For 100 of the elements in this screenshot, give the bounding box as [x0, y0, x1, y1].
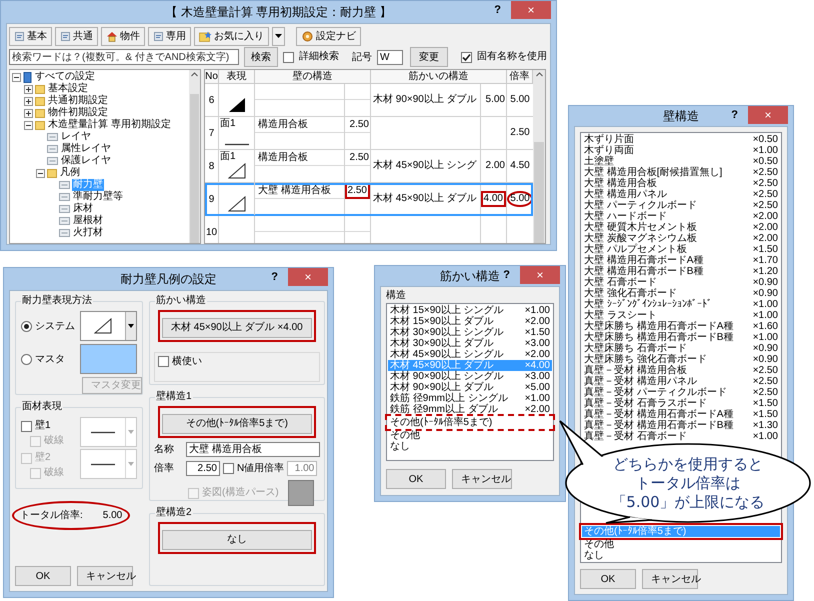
- column-header[interactable]: 筋かいの構造: [371, 70, 507, 83]
- list-item[interactable]: なし: [388, 441, 552, 452]
- expand-icon[interactable]: [24, 84, 33, 94]
- list-item[interactable]: その他(ﾄｰﾀﾙ倍率5まで): [388, 417, 552, 428]
- symbol-dropdown[interactable]: [80, 311, 137, 341]
- wall-type-button[interactable]: その他(ﾄｰﾀﾙ倍率5まで): [162, 414, 312, 434]
- collapse-icon[interactable]: [36, 168, 45, 178]
- tree-item[interactable]: すべての設定: [34, 71, 96, 83]
- radio-button[interactable]: [21, 320, 32, 332]
- close-button[interactable]: ×: [511, 1, 551, 19]
- tree-item[interactable]: 屋根材: [72, 215, 104, 227]
- expand-icon[interactable]: [24, 108, 33, 118]
- toolbar-button[interactable]: 共通: [55, 26, 98, 46]
- list-item[interactable]: 木材 30×90以上 ダブル ×3.00: [388, 338, 552, 349]
- list-item[interactable]: 大壁 硬質木片セメント板 ×2.00: [582, 222, 780, 233]
- dropdown-button[interactable]: [272, 26, 285, 46]
- list-item[interactable]: 真壁－受材 石膏ラスボード ×1.50: [582, 398, 780, 409]
- toolbar-button[interactable]: 専用: [148, 26, 191, 46]
- checkbox[interactable]: [223, 463, 234, 474]
- table-row[interactable]: 10: [205, 216, 533, 243]
- list-item[interactable]: 真壁－受材 構造用石膏ボードB種 ×1.30: [582, 420, 780, 431]
- list-item[interactable]: 木材 15×90以上 ダブル ×2.00: [388, 316, 552, 327]
- scrollbar-thumb[interactable]: [534, 142, 544, 243]
- help-button[interactable]: ?: [494, 2, 501, 18]
- list-item[interactable]: 真壁－受材 構造用石膏ボードA種 ×1.50: [582, 409, 780, 420]
- list-item[interactable]: 木材 45×90以上 シングル ×2.00: [388, 349, 552, 360]
- close-button[interactable]: ×: [748, 106, 788, 124]
- list-item[interactable]: 真壁－受材 構造用合板 ×2.50: [582, 365, 780, 376]
- list-item[interactable]: 木材 30×90以上 シングル ×1.50: [388, 327, 552, 338]
- dialog-button[interactable]: OK: [15, 566, 71, 586]
- close-button[interactable]: ×: [288, 268, 328, 286]
- list-item[interactable]: なし: [582, 550, 780, 561]
- list-item[interactable]: 真壁－受材 構造用パネル ×2.50: [582, 376, 780, 387]
- tree-item[interactable]: レイヤ: [60, 131, 92, 143]
- input-field[interactable]: 2.50: [186, 461, 220, 476]
- tree-item[interactable]: 木造壁量計算 専用初期設定: [47, 119, 172, 131]
- list-item[interactable]: 大壁床勝ち 構造用石膏ボードA種 ×1.60: [582, 321, 780, 332]
- wall-type-button[interactable]: なし: [162, 530, 312, 550]
- list-item[interactable]: 大壁 構造用合板 ×2.50: [582, 178, 780, 189]
- tree-item[interactable]: 保護レイヤ: [60, 155, 112, 167]
- list-item[interactable]: 土塗壁 ×0.50: [582, 156, 780, 167]
- collapse-icon[interactable]: [12, 72, 21, 82]
- input-field[interactable]: W: [377, 50, 403, 64]
- column-header[interactable]: 表現: [219, 70, 255, 83]
- list-item[interactable]: 大壁床勝ち 強化石膏ボード ×0.90: [582, 354, 780, 365]
- close-button[interactable]: ×: [520, 266, 560, 284]
- tree-item[interactable]: 凡例: [59, 167, 81, 179]
- tree-item[interactable]: 床材: [72, 203, 94, 215]
- checkbox[interactable]: [283, 52, 294, 62]
- list-item[interactable]: その他: [388, 430, 552, 441]
- navi-button[interactable]: 設定ナビ: [296, 26, 361, 46]
- list-item[interactable]: 大壁 構造用石膏ボードA種 ×1.70: [582, 255, 780, 266]
- list-item[interactable]: 木ずり片面 ×0.50: [582, 134, 780, 145]
- checkbox[interactable]: [158, 356, 169, 367]
- list-item[interactable]: 大壁床勝ち 構造用石膏ボードB種 ×1.00: [582, 332, 780, 343]
- list-item[interactable]: 大壁 炭酸マグネシウム板 ×2.00: [582, 233, 780, 244]
- toolbar-button[interactable]: 基本: [9, 26, 52, 46]
- change-button[interactable]: 変更: [410, 47, 448, 67]
- help-button[interactable]: ?: [503, 266, 510, 284]
- collapse-icon[interactable]: [24, 120, 33, 130]
- input-field[interactable]: 1.00: [287, 461, 318, 476]
- tree-item[interactable]: 属性レイヤ: [60, 143, 112, 155]
- checkbox[interactable]: [461, 52, 472, 62]
- list-item[interactable]: 大壁 構造用パネル ×2.50: [582, 189, 780, 200]
- list-item[interactable]: 木材 90×90以上 シングル ×3.00: [388, 371, 552, 382]
- table-row[interactable]: 7 面1 構造用合板 2.50 2.50: [205, 117, 533, 150]
- list-item[interactable]: 大壁 パーティクルボード ×2.50: [582, 200, 780, 211]
- dialog-button[interactable]: OK: [580, 569, 636, 589]
- tree-item[interactable]: 物件初期設定: [47, 107, 109, 119]
- brace-button[interactable]: 木材 45×90以上 ダブル ×4.00: [162, 318, 312, 338]
- list-item[interactable]: 大壁 強化石膏ボード ×0.90: [582, 288, 780, 299]
- input-field[interactable]: 大壁 構造用合板: [186, 442, 320, 457]
- tree-item[interactable]: 準耐力壁等: [72, 191, 124, 203]
- help-button[interactable]: ?: [731, 106, 738, 124]
- toolbar-button[interactable]: お気に入り: [194, 26, 269, 46]
- list-item[interactable]: 大壁 構造用石膏ボードB種 ×1.20: [582, 266, 780, 277]
- scrollbar-thumb[interactable]: [190, 94, 199, 243]
- tree-item[interactable]: 共通初期設定: [47, 95, 109, 107]
- tree-item[interactable]: 基本設定: [47, 83, 89, 95]
- expand-icon[interactable]: [24, 96, 33, 106]
- list-item[interactable]: 木材 15×90以上 シングル ×1.00: [388, 305, 552, 316]
- help-button[interactable]: ?: [271, 268, 278, 286]
- tree-item[interactable]: 火打材: [72, 227, 104, 239]
- column-header[interactable]: 倍率: [507, 70, 533, 83]
- list-item[interactable]: 大壁 ハードボード ×2.00: [582, 211, 780, 222]
- column-header[interactable]: 壁の構造: [255, 70, 371, 83]
- table-row[interactable]: 6 木材 90×90以上 ダブル 5.00 5.00: [205, 84, 533, 117]
- column-header[interactable]: No: [205, 70, 219, 83]
- dialog-button[interactable]: OK: [386, 469, 446, 489]
- dialog-button[interactable]: キャンセル: [452, 469, 512, 489]
- list-item[interactable]: 木ずり両面 ×1.00: [582, 145, 780, 156]
- list-item[interactable]: 鉄筋 径9mm以上 ダブル ×2.00: [388, 404, 552, 415]
- search-button[interactable]: 検索: [244, 47, 278, 67]
- list-item[interactable]: その他: [582, 539, 780, 550]
- list-item[interactable]: 鉄筋 径9mm以上 シングル ×1.00: [388, 393, 552, 404]
- list-item[interactable]: 大壁 石膏ボード ×0.90: [582, 277, 780, 288]
- list-item[interactable]: 真壁－受材 パーティクルボード ×2.50: [582, 387, 780, 398]
- radio-button[interactable]: [21, 354, 32, 364]
- list-item[interactable]: 大壁 ラスシート ×1.00: [582, 310, 780, 321]
- table-row[interactable]: 9 大壁 構造用合板 2.50 木材 45×90以上 ダブル 4.00 5.00: [205, 183, 533, 216]
